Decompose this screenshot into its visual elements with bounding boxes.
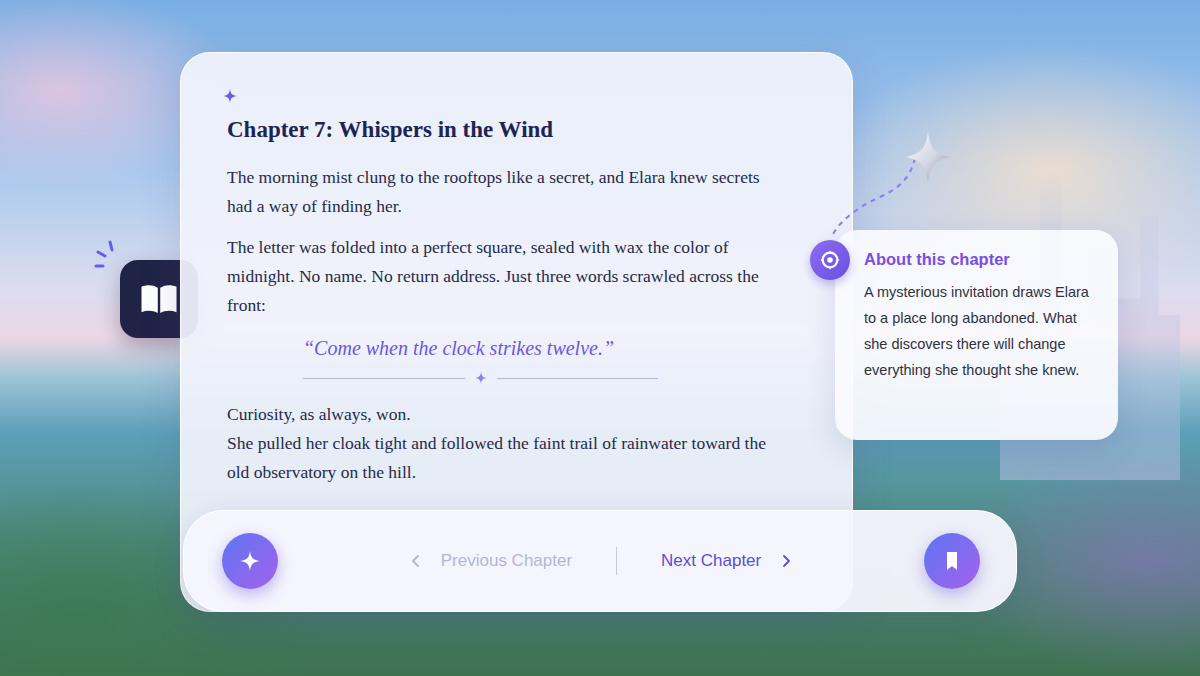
chapter-nav-bar: Previous Chapter Next Chapter [183,510,1017,612]
sparkle-icon [238,549,262,573]
chevron-left-icon [409,554,423,568]
bookmark-button[interactable] [924,533,980,589]
ai-sparkle-button[interactable] [222,533,278,589]
chevron-right-icon [779,554,793,568]
next-chapter-button[interactable]: Next Chapter [657,543,797,579]
chapter-paragraph: The letter was folded into a perfect squ… [227,233,767,320]
chapter-quote: “Come when the clock strikes twelve.” [227,332,767,364]
chapter-title: Chapter 7: Whispers in the Wind [227,115,806,145]
next-chapter-label: Next Chapter [661,549,761,573]
bookmark-icon [940,549,964,573]
background-scene: Chapter 7: Whispers in the Wind The morn… [0,0,1200,676]
divider [303,370,658,386]
about-text: A mysterious invitation draws Elara to a… [864,279,1096,383]
about-title: About this chapter [864,247,1096,271]
chapter-paragraph: The morning mist clung to the rooftops l… [227,163,767,221]
sparkle-icon [223,89,237,103]
previous-chapter-label: Previous Chapter [441,549,572,573]
chapter-text: The morning mist clung to the rooftops l… [227,163,767,487]
nav-separator [616,547,617,575]
previous-chapter-button[interactable]: Previous Chapter [405,543,576,579]
sparkle-icon [475,372,487,384]
chapter-line: Curiosity, as always, won. [227,400,767,429]
about-panel: About this chapter A mysterious invitati… [835,230,1118,440]
compass-icon [810,240,850,280]
chapter-line: She pulled her cloak tight and followed … [227,429,767,487]
open-book-icon [138,278,180,320]
